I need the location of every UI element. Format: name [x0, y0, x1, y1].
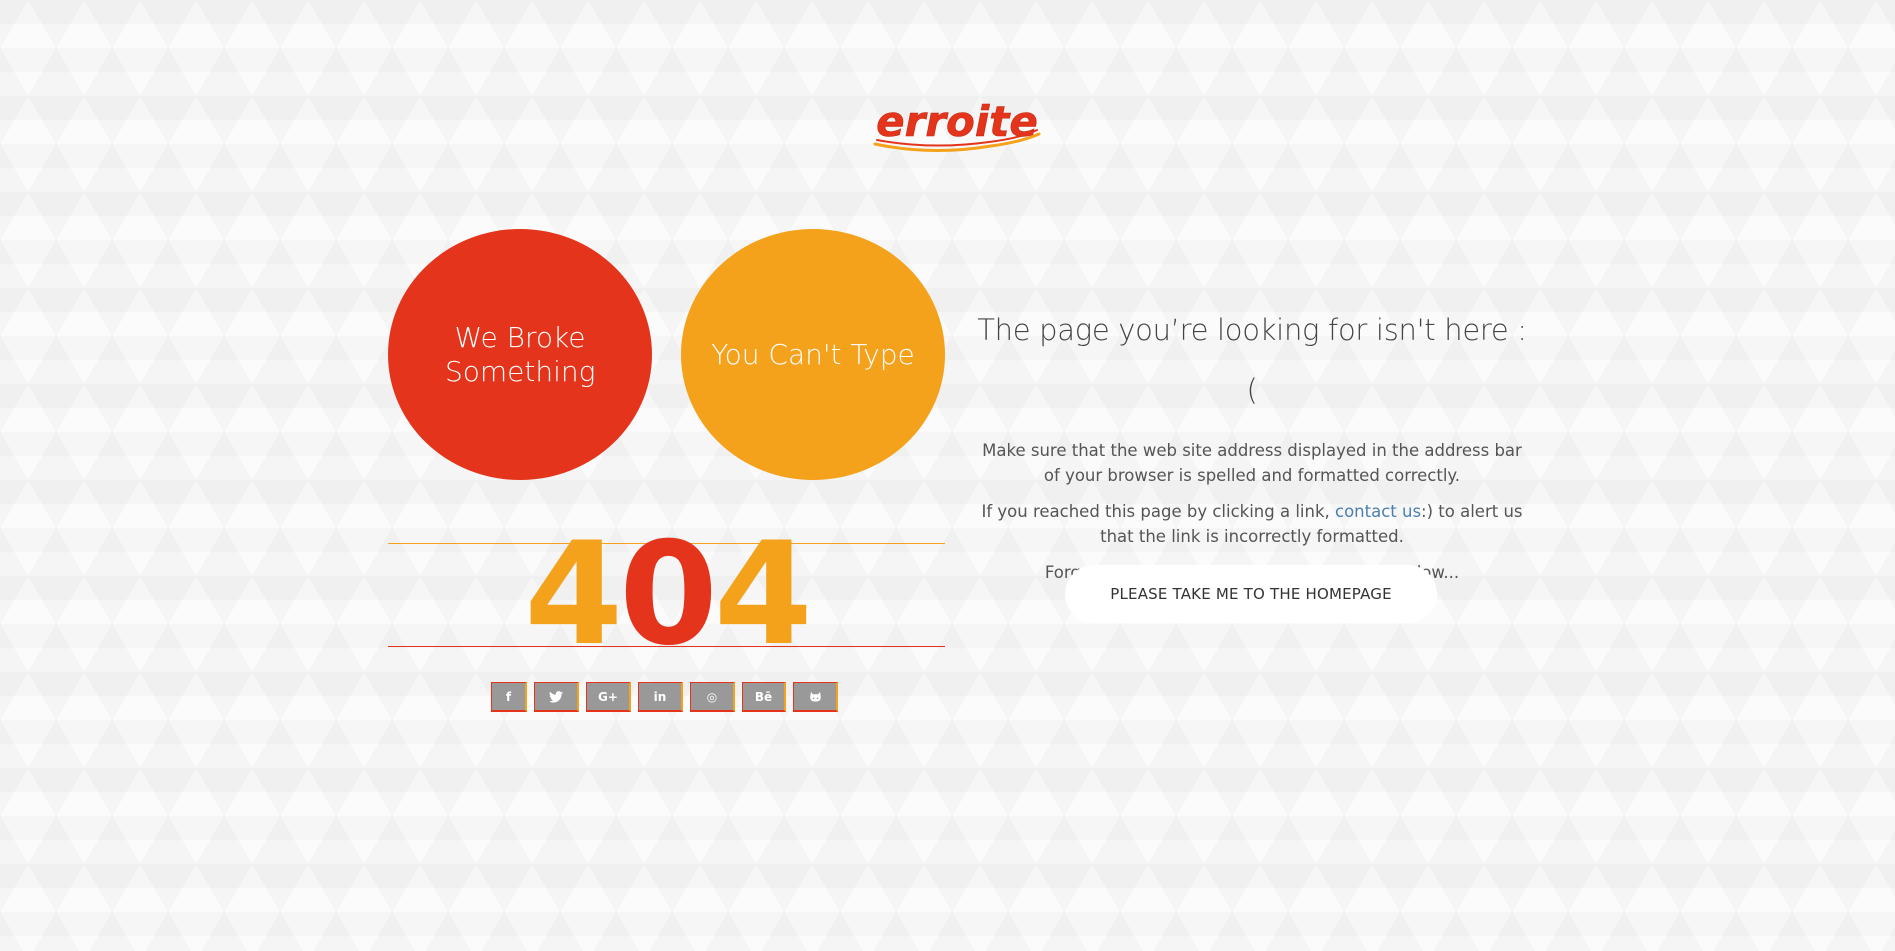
dribbble-icon: ◎ — [706, 689, 718, 704]
homepage-button[interactable]: PLEASE TAKE ME TO THE HOMEPAGE — [1065, 565, 1437, 623]
contact-hint-before: If you reached this page by clicking a l… — [981, 502, 1335, 521]
page-title: The page you’re looking for isn't here :… — [977, 313, 1527, 407]
github-icon — [809, 691, 821, 702]
error-code: 404 — [388, 524, 945, 666]
google-plus-button[interactable]: G+ — [586, 682, 631, 712]
broke-something-label: We Broke Something — [445, 320, 596, 388]
cant-type-circle: You Can't Type — [681, 229, 945, 480]
facebook-button[interactable]: f — [491, 682, 527, 712]
contact-us-link[interactable]: contact us — [1335, 502, 1421, 521]
linkedin-icon: in — [653, 689, 667, 704]
error-code-block: 404 — [388, 524, 945, 666]
error-code-digit-1: 4 — [524, 512, 623, 677]
dribbble-button[interactable]: ◎ — [690, 682, 735, 712]
google-plus-icon: G+ — [598, 689, 618, 704]
twitter-button[interactable] — [534, 682, 579, 712]
contact-hint-text: If you reached this page by clicking a l… — [972, 499, 1532, 549]
broke-something-circle: We Broke Something — [388, 229, 652, 480]
github-button[interactable] — [793, 682, 838, 712]
linkedin-button[interactable]: in — [638, 682, 683, 712]
address-hint-text: Make sure that the web site address disp… — [982, 441, 1522, 485]
erroite-logo[interactable]: erroite — [871, 96, 1047, 156]
error-code-digit-3: 4 — [713, 512, 813, 677]
behance-icon: Bē — [754, 689, 773, 704]
twitter-icon — [549, 690, 563, 703]
logo-text: erroite — [876, 97, 1038, 146]
behance-button[interactable]: Bē — [742, 682, 786, 712]
error-message: The page you’re looking for isn't here :… — [972, 300, 1532, 585]
cant-type-label: You Can't Type — [711, 337, 915, 371]
error-code-bottom-line — [388, 646, 945, 647]
social-links: f G+ in ◎ Bē — [491, 682, 838, 714]
facebook-icon: f — [505, 689, 512, 704]
error-code-digit-2: 0 — [619, 512, 718, 677]
